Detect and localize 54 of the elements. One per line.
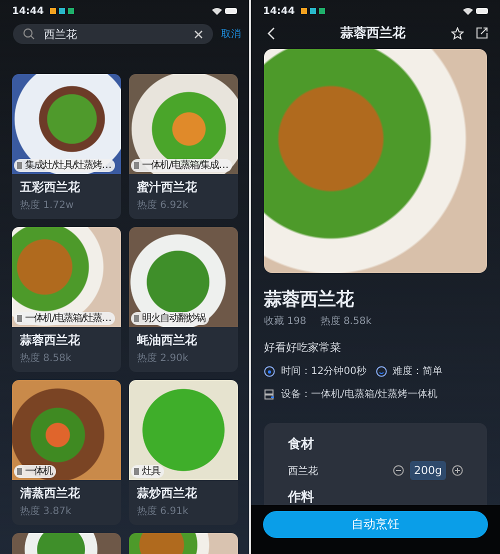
heat-count: 热度 8.58k	[320, 314, 372, 328]
device-icon	[264, 388, 275, 400]
recipe-card[interactable]: 一体机/电蒸箱/集成… 蜜汁西兰花 热度 6.92k	[129, 74, 238, 219]
recipe-description: 好看好吃家常菜	[264, 340, 342, 355]
ingredient-name: 西兰花	[288, 464, 319, 478]
recipe-name: 清蒸西兰花	[20, 485, 81, 502]
star-icon[interactable]	[451, 26, 464, 40]
heat-count: 热度 8.58k	[20, 352, 72, 365]
recipe-card[interactable]: 一体机/电蒸箱/灶蒸… 蒜蓉西兰花 热度 8.58k	[12, 227, 121, 372]
device-tag: 一体机/电蒸箱/灶蒸…	[14, 312, 115, 325]
device-list: 设备：一体机/电蒸箱/灶蒸烤一体机	[281, 387, 438, 401]
battery-icon	[476, 8, 488, 14]
favorites-count: 收藏 198	[264, 314, 306, 328]
section-title: 作料	[288, 489, 315, 506]
heat-count: 热度 1.72w	[20, 198, 75, 212]
clock-icon	[264, 366, 275, 376]
recipe-title: 蒜蓉西兰花	[264, 288, 355, 311]
status-time: 14:44	[12, 6, 44, 16]
search-field[interactable]: 西兰花	[13, 24, 213, 44]
search-icon	[23, 28, 35, 40]
back-icon[interactable]	[267, 26, 275, 40]
recipe-name: 蒜蓉西兰花	[20, 332, 81, 349]
device-tag: 明火自动翻炒锅	[131, 312, 209, 325]
device-tag: 集成灶/灶具/灶蒸烤…	[14, 159, 115, 172]
recipe-name: 蚝油西兰花	[137, 332, 198, 349]
share-icon[interactable]	[476, 27, 488, 39]
recipe-card[interactable]: 一体机 清蒸西兰花 热度 3.87k	[12, 380, 121, 525]
recipe-card[interactable]: 灶具 蒜炒西兰花 热度 6.91k	[129, 380, 238, 525]
recipe-name: 五彩西兰花	[20, 179, 81, 196]
heat-count: 热度 2.90k	[137, 352, 190, 365]
wifi-icon	[212, 7, 222, 15]
recipe-card[interactable]: 集成灶/灶具/灶蒸烤… 五彩西兰花 热度 1.72w	[12, 74, 121, 219]
status-time: 14:44	[263, 6, 295, 16]
cooking-time: 时间：12分钟00秒	[281, 364, 366, 378]
minus-icon[interactable]	[393, 465, 404, 476]
recipe-name: 蜜汁西兰花	[137, 179, 198, 196]
cancel-button[interactable]: 取消	[221, 27, 241, 41]
page-title: 蒜蓉西兰花	[339, 24, 406, 42]
device-tag: 一体机	[14, 465, 56, 478]
battery-icon	[225, 8, 237, 14]
wifi-icon	[463, 7, 473, 15]
heat-count: 热度 6.91k	[137, 504, 190, 518]
heat-count: 热度 6.92k	[137, 198, 190, 212]
section-title: 食材	[288, 436, 315, 453]
recipe-card[interactable]: 明火自动翻炒锅 蚝油西兰花 热度 2.90k	[129, 227, 238, 372]
device-tag: 灶具	[131, 465, 164, 478]
device-tag: 一体机/电蒸箱/集成…	[131, 159, 232, 172]
clear-icon[interactable]	[194, 30, 203, 38]
amount-field[interactable]: 200g	[410, 461, 446, 480]
difficulty-level: 难度：简单	[392, 364, 442, 378]
recipe-name: 蒜炒西兰花	[137, 485, 198, 502]
heat-count: 热度 3.87k	[20, 504, 72, 518]
smiley-icon	[376, 366, 386, 376]
plus-icon[interactable]	[452, 465, 463, 476]
